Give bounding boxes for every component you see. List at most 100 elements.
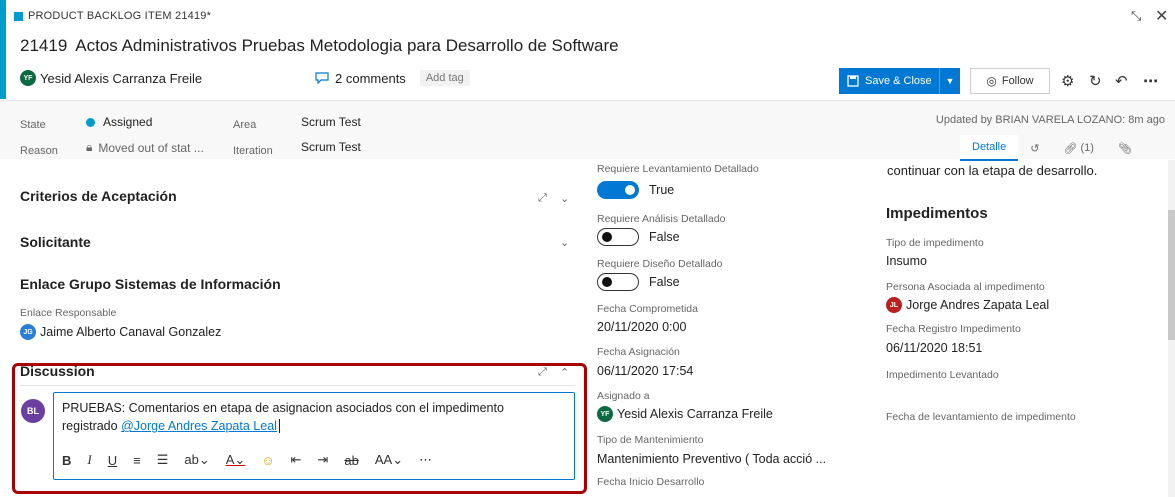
increase-indent-icon[interactable]: ⇥	[318, 452, 329, 468]
save-close-button[interactable]: Save & Close ▼	[839, 68, 960, 94]
comments-count-link[interactable]: 2 comments	[335, 71, 406, 86]
close-icon[interactable]: ✕	[1155, 6, 1168, 26]
font-color-icon[interactable]: A⌄	[226, 452, 246, 468]
iteration-field[interactable]: Scrum Test	[301, 140, 361, 154]
reason-field[interactable]: 🔒︎ Moved out of stat ...	[86, 140, 204, 155]
updated-by-text[interactable]: Updated by BRIAN VARELA LOZANO: 8m ago	[936, 114, 1165, 126]
lock-icon: 🔒︎	[86, 140, 93, 154]
fecha-levantamiento-label: Fecha de levantamiento de impedimento	[886, 411, 1076, 423]
fecha-comprometida-field[interactable]: 20/11/2020 0:00	[597, 320, 686, 334]
req-levantamiento-label: Requiere Levantamiento Detallado	[597, 164, 759, 174]
section-enlace-grupo[interactable]: Enlace Grupo Sistemas de Información	[20, 276, 281, 292]
add-tag-button[interactable]: Add tag	[419, 70, 470, 86]
tab-detalle[interactable]: Detalle	[960, 135, 1019, 161]
fecha-registro-field[interactable]: 06/11/2020 18:51	[886, 341, 982, 355]
save-close-main[interactable]: Save & Close	[839, 75, 939, 87]
history-icon[interactable]: ↺	[1018, 135, 1051, 161]
chevron-up-icon[interactable]: ⌃	[560, 366, 569, 379]
persona-asociada-field[interactable]: JL Jorge Andres Zapata Leal	[886, 297, 1049, 313]
italic-icon[interactable]: I	[87, 452, 91, 468]
avatar: YF	[597, 406, 613, 422]
enlace-responsable-label: Enlace Responsable	[20, 307, 117, 319]
section-discussion[interactable]: Discussion	[20, 363, 95, 379]
work-item-title[interactable]: 21419 Actos Administrativos Pruebas Meto…	[20, 36, 619, 56]
req-diseno-toggle[interactable]: False	[597, 273, 680, 291]
assigned-to-field[interactable]: YF Yesid Alexis Carranza Freile	[20, 70, 202, 86]
comment-icon	[315, 72, 329, 84]
follow-button[interactable]: ◎ Follow	[970, 68, 1050, 94]
tab-links[interactable]: 🔗︎ (1)	[1051, 135, 1105, 161]
tipo-impedimento-field[interactable]: Insumo	[886, 254, 927, 268]
persona-asociada-label: Persona Asociada al impedimento	[886, 281, 1045, 293]
maximize-icon[interactable]: ⤢	[538, 366, 547, 379]
avatar: BL	[21, 399, 45, 423]
chevron-down-icon[interactable]: ⌄	[560, 236, 569, 249]
avatar: YF	[20, 70, 36, 86]
bullet-list-icon[interactable]: ≡	[133, 453, 141, 468]
chevron-down-icon[interactable]: ⌄	[560, 192, 569, 205]
tipo-mantenimiento-field[interactable]: Mantenimiento Preventivo ( Toda acció ..…	[597, 452, 826, 466]
text-cursor	[278, 419, 284, 433]
req-analisis-label: Requiere Análisis Detallado	[597, 213, 726, 225]
undo-icon[interactable]: ↶	[1115, 72, 1128, 90]
toggle-switch[interactable]	[597, 181, 639, 199]
scrollbar-thumb[interactable]	[1168, 210, 1175, 340]
mention-link[interactable]: @Jorge Andres Zapata Leal	[121, 419, 277, 433]
settings-gear-icon[interactable]: ⚙	[1061, 72, 1074, 90]
maximize-icon[interactable]: ⤢	[538, 192, 547, 205]
expand-icon[interactable]: ⤡	[1131, 8, 1141, 24]
work-item-title-text[interactable]: Actos Administrativos Pruebas Metodologi…	[75, 36, 618, 56]
state-label: State	[20, 119, 46, 131]
section-criterios[interactable]: Criterios de Aceptación	[20, 188, 177, 204]
discussion-text[interactable]: PRUEBAS: Comentarios en etapa de asignac…	[62, 399, 562, 435]
description-text[interactable]: continuar con la etapa de desarrollo.	[887, 163, 1097, 178]
numbered-list-icon[interactable]: ☰	[157, 452, 169, 468]
eye-icon: ◎	[986, 74, 997, 88]
work-item-id: 21419	[20, 36, 68, 55]
req-analisis-toggle[interactable]: False	[597, 228, 680, 246]
underline-icon[interactable]: U	[108, 453, 117, 468]
section-impedimentos[interactable]: Impedimentos	[886, 205, 988, 222]
font-size-icon[interactable]: AA⌄	[375, 452, 403, 468]
req-diseno-label: Requiere Diseño Detallado	[597, 258, 723, 270]
req-levantamiento-toggle[interactable]: True	[597, 181, 674, 199]
iteration-label: Iteration	[233, 145, 273, 157]
fecha-asignacion-label: Fecha Asignación	[597, 346, 680, 358]
fecha-asignacion-field[interactable]: 06/11/2020 17:54	[597, 364, 693, 378]
enlace-responsable-field[interactable]: JG Jaime Alberto Canaval Gonzalez	[20, 324, 221, 340]
area-label: Area	[233, 119, 257, 131]
work-item-color-bar	[0, 0, 6, 99]
toggle-switch[interactable]	[597, 228, 639, 246]
section-solicitante[interactable]: Solicitante	[20, 234, 91, 250]
save-icon	[847, 75, 859, 87]
more-formatting-icon[interactable]: ⋯	[419, 452, 432, 468]
state-color-dot	[86, 117, 95, 127]
strikethrough-icon[interactable]: ab	[344, 453, 358, 468]
asignado-a-label: Asignado a	[597, 390, 650, 402]
toggle-switch[interactable]	[597, 273, 639, 291]
save-dropdown-chevron-icon[interactable]: ▼	[940, 76, 960, 86]
refresh-icon[interactable]: ↻	[1089, 72, 1102, 90]
state-field[interactable]: Assigned	[86, 115, 152, 129]
reason-label: Reason	[20, 145, 58, 157]
decrease-indent-icon[interactable]: ⇤	[291, 452, 302, 468]
fecha-inicio-label: Fecha Inicio Desarrollo	[597, 476, 705, 488]
asignado-a-field[interactable]: YF Yesid Alexis Carranza Freile	[597, 406, 773, 422]
highlight-icon[interactable]: ab⌄	[184, 452, 209, 468]
bold-icon[interactable]: B	[62, 453, 71, 468]
avatar: JL	[886, 297, 902, 313]
fecha-comprometida-label: Fecha Comprometida	[597, 303, 698, 315]
area-field[interactable]: Scrum Test	[301, 115, 361, 129]
more-actions-icon[interactable]: ⋯	[1143, 72, 1158, 90]
view-tabs: Detalle ↺ 🔗︎ (1) 📎︎	[960, 135, 1144, 161]
tipo-impedimento-label: Tipo de impedimento	[886, 237, 984, 249]
tipo-mantenimiento-label: Tipo de Mantenimiento	[597, 434, 704, 446]
emoji-icon[interactable]: ☺	[261, 453, 274, 468]
impedimento-levantado-label: Impedimento Levantado	[886, 369, 999, 381]
attachment-icon[interactable]: 📎︎	[1106, 135, 1144, 161]
comments-row: 2 comments Add tag	[315, 70, 470, 86]
divider	[20, 385, 575, 386]
fecha-registro-label: Fecha Registro Impedimento	[886, 323, 1021, 335]
assigned-to-name[interactable]: Yesid Alexis Carranza Freile	[40, 71, 202, 86]
avatar: JG	[20, 324, 36, 340]
